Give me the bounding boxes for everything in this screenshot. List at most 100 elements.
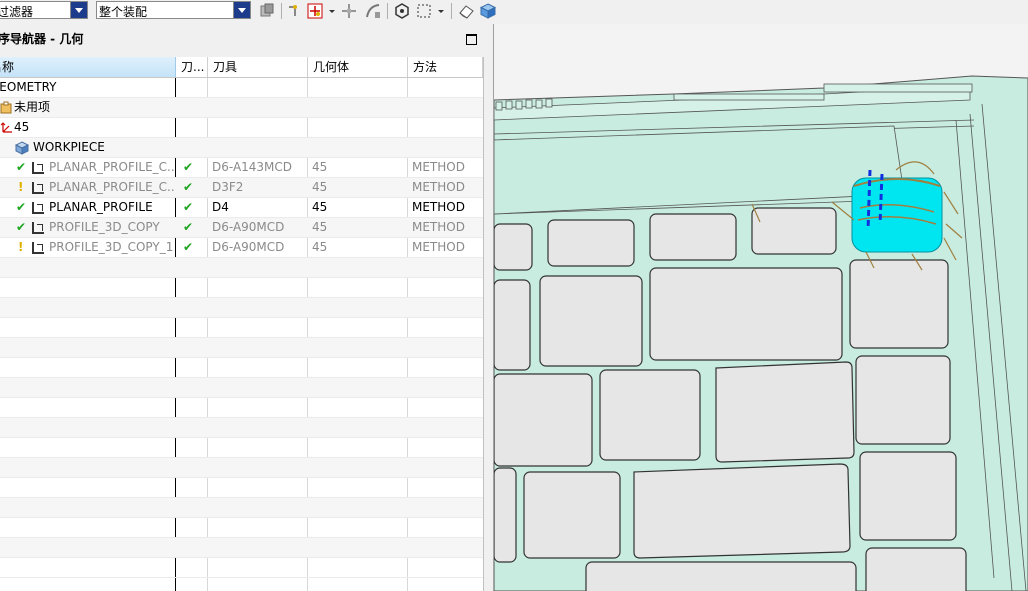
move-handle-icon[interactable]	[340, 2, 358, 20]
main-toolbar: 过滤器 整个装配	[0, 0, 1028, 25]
empty-row	[0, 378, 483, 398]
assembly-scope-value: 整个装配	[99, 5, 148, 19]
column-header-name[interactable]: 名称	[0, 57, 176, 77]
row-name: PLANAR_PROFILE_C...	[49, 180, 174, 194]
row-tool: D6-A143MCD	[212, 160, 293, 174]
row-geometry: 45	[312, 200, 328, 214]
table-header: 名称 刀... 刀具 几何体 方法	[0, 57, 483, 78]
operation-icon	[32, 178, 44, 197]
keyboard-model	[494, 75, 1028, 591]
select-components-icon[interactable]	[258, 2, 276, 20]
graphics-viewport[interactable]	[494, 24, 1028, 591]
empty-row	[0, 478, 483, 498]
toolbar-separator	[451, 3, 452, 19]
status-check-icon: ✔	[183, 200, 194, 214]
table-row[interactable]: GEOMETRY	[0, 78, 483, 98]
mcs-axis-icon	[0, 122, 12, 133]
table-row[interactable]: 未用项	[0, 98, 483, 118]
box-select-icon[interactable]	[415, 2, 433, 20]
hexagon-view-icon[interactable]	[393, 2, 411, 20]
row-method: METHOD	[412, 160, 465, 174]
row-name: PROFILE_3D_COPY_1	[49, 240, 174, 254]
row-method: METHOD	[412, 180, 465, 194]
snap-grid-icon[interactable]	[306, 2, 324, 20]
row-method: METHOD	[412, 220, 465, 234]
table-row[interactable]: 45	[0, 118, 483, 138]
chevron-down-icon[interactable]	[70, 2, 87, 18]
workpiece-icon	[15, 141, 29, 155]
row-name: PLANAR_PROFILE_C...	[49, 160, 174, 174]
row-name: PLANAR_PROFILE	[49, 200, 153, 214]
curve-tool-icon[interactable]	[364, 2, 382, 20]
status-check-icon: ✔	[183, 220, 194, 234]
chevron-down-icon[interactable]	[233, 2, 250, 18]
column-header-method[interactable]: 方法	[408, 57, 483, 77]
filter-combo[interactable]: 过滤器	[0, 1, 88, 19]
operation-icon	[32, 198, 44, 217]
warning-icon: !	[18, 180, 24, 194]
row-name: 45	[14, 120, 30, 134]
row-tool: D4	[212, 200, 229, 214]
empty-row	[0, 358, 483, 378]
row-geometry: 45	[312, 220, 328, 234]
check-icon: ✔	[16, 220, 27, 234]
operation-navigator-panel: 工序导航器 - 几何 名称 刀... 刀具 几何体 方法 GEOMETRY 未用…	[0, 24, 494, 591]
table-row[interactable]: ! PROFILE_3D_COPY_1 ✔ D6-A90MCD 45 METHO…	[0, 238, 483, 258]
empty-row	[0, 538, 483, 558]
panel-title: 工序导航器 - 几何	[0, 32, 84, 46]
maximize-icon[interactable]	[466, 34, 477, 45]
row-name: PROFILE_3D_COPY	[49, 220, 160, 234]
empty-row	[0, 318, 483, 338]
eraser-icon[interactable]	[457, 2, 475, 20]
assembly-scope-combo[interactable]: 整个装配	[96, 1, 251, 19]
check-icon: ✔	[16, 200, 27, 214]
empty-row	[0, 438, 483, 458]
row-name: WORKPIECE	[33, 140, 105, 154]
empty-row	[0, 258, 483, 278]
toolbar-separator	[387, 3, 388, 19]
status-check-icon: ✔	[183, 160, 194, 174]
filter-combo-value: 过滤器	[0, 5, 34, 19]
operation-icon	[32, 218, 44, 237]
row-method: METHOD	[412, 240, 465, 254]
status-check-icon: ✔	[183, 180, 194, 194]
row-geometry: 45	[312, 240, 328, 254]
cube-icon[interactable]	[479, 2, 497, 20]
table-row[interactable]: WORKPIECE	[0, 138, 483, 158]
empty-row	[0, 498, 483, 518]
row-tool: D3F2	[212, 180, 244, 194]
table-row[interactable]: ! PLANAR_PROFILE_C... ✔ D3F2 45 METHOD	[0, 178, 483, 198]
table-body: GEOMETRY 未用项 45 WORKPIECE ✔ PLANAR_PROFI	[0, 78, 483, 591]
column-header-tool[interactable]: 刀具	[208, 57, 308, 77]
toolbar-separator	[281, 3, 282, 19]
empty-row	[0, 458, 483, 478]
table-row[interactable]: ✔ PLANAR_PROFILE ✔ D4 45 METHOD	[0, 198, 483, 218]
table-row[interactable]: ✔ PROFILE_3D_COPY ✔ D6-A90MCD 45 METHOD	[0, 218, 483, 238]
empty-row	[0, 298, 483, 318]
snap-point-icon[interactable]	[286, 2, 304, 20]
check-icon: ✔	[16, 160, 27, 174]
empty-row	[0, 518, 483, 538]
row-name: 未用项	[14, 100, 51, 114]
navigator-table: 名称 刀... 刀具 几何体 方法 GEOMETRY 未用项 45	[0, 57, 484, 591]
row-name: GEOMETRY	[0, 80, 57, 94]
empty-row	[0, 558, 483, 578]
status-check-icon: ✔	[183, 240, 194, 254]
row-geometry: 45	[312, 180, 328, 194]
empty-row	[0, 418, 483, 438]
row-tool: D6-A90MCD	[212, 240, 285, 254]
operation-icon	[32, 158, 44, 177]
operation-icon	[32, 238, 44, 257]
row-geometry: 45	[312, 160, 328, 174]
row-method: METHOD	[412, 200, 465, 214]
dropdown-arrow-icon[interactable]	[327, 2, 337, 20]
empty-row	[0, 398, 483, 418]
column-header-geometry[interactable]: 几何体	[308, 57, 408, 77]
table-row[interactable]: ✔ PLANAR_PROFILE_C... ✔ D6-A143MCD 45 ME…	[0, 158, 483, 178]
column-header-status[interactable]: 刀...	[176, 57, 208, 77]
empty-row	[0, 338, 483, 358]
empty-row	[0, 278, 483, 298]
dropdown-arrow-icon[interactable]	[436, 2, 446, 20]
unused-items-icon	[0, 101, 12, 114]
warning-icon: !	[18, 240, 24, 254]
